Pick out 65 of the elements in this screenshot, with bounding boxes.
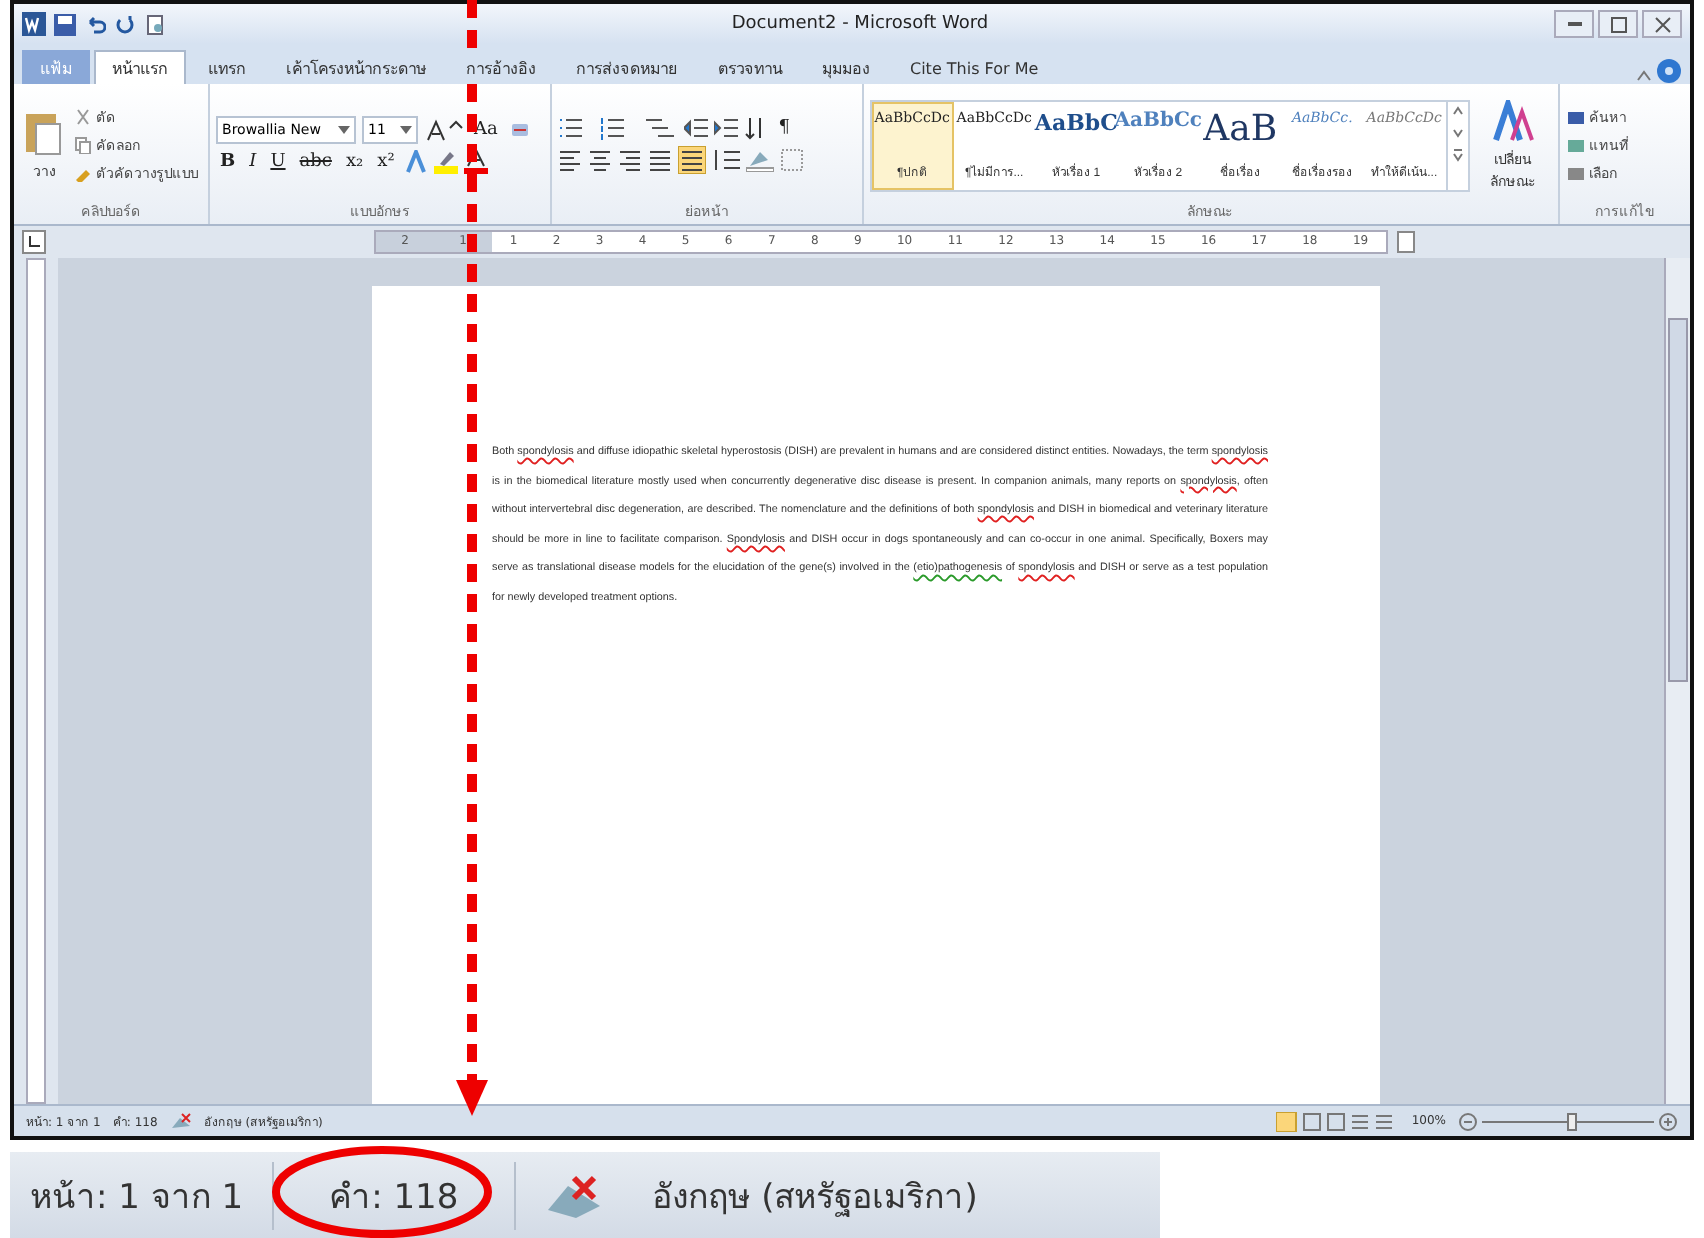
change-case-button[interactable]: Aa — [470, 120, 502, 140]
view-ruler-icon[interactable] — [1396, 230, 1416, 254]
undo-icon[interactable] — [84, 13, 106, 35]
dropdown-icon — [400, 126, 413, 134]
justify-icon[interactable] — [648, 148, 673, 172]
font-color-icon[interactable] — [464, 150, 489, 174]
format-button[interactable]: U — [266, 152, 290, 172]
highlight-icon[interactable] — [434, 150, 459, 174]
brush-icon — [74, 164, 92, 182]
dropdown-icon — [338, 126, 351, 134]
close-button[interactable] — [1642, 10, 1682, 38]
format-button[interactable]: x² — [373, 152, 399, 172]
scroll-arrows-icon — [1451, 101, 1464, 161]
ribbon-tab[interactable]: หน้าแรก — [94, 50, 186, 84]
format-button[interactable]: abc — [295, 152, 336, 172]
ribbon-tab[interactable]: เค้าโครงหน้ากระดาษ — [268, 50, 444, 84]
show-marks-button[interactable]: ¶ — [774, 118, 794, 138]
close-icon — [1653, 15, 1671, 33]
style-preview: AaBbCc — [1114, 109, 1202, 131]
distributed-icon[interactable] — [678, 146, 707, 174]
ribbon-tab[interactable]: การส่งจดหมาย — [558, 50, 696, 84]
ribbon-tab[interactable]: แทรก — [190, 50, 264, 84]
tab-stop-icon — [28, 236, 40, 248]
maximize-button[interactable] — [1598, 10, 1638, 38]
minimize-button[interactable] — [1554, 10, 1594, 38]
word-logo-icon[interactable] — [22, 12, 46, 36]
letters-icon — [1491, 99, 1536, 143]
page-count: หน้า: 1 จาก 1 — [30, 1176, 244, 1222]
decrease-indent-icon[interactable] — [684, 116, 709, 140]
ribbon-tab[interactable]: Cite This For Me — [892, 50, 1057, 84]
minimize-ribbon-icon[interactable] — [1636, 68, 1652, 84]
style-preview: AaB — [1203, 109, 1278, 149]
increase-indent-icon[interactable] — [714, 116, 739, 140]
format-button[interactable]: I — [245, 152, 261, 172]
grow-font-icon[interactable] — [424, 118, 465, 142]
style-preview: AaBbC — [1034, 109, 1118, 135]
ribbon-tab[interactable]: การอ้างอิง — [448, 50, 554, 84]
minimize-icon — [1567, 22, 1581, 26]
clipboard-icon — [24, 108, 64, 156]
ribbon-tab[interactable]: มุมมอง — [804, 50, 888, 84]
language-status: อังกฤษ (สหรัฐอเมริกา) — [652, 1176, 978, 1222]
proofing-icon[interactable] — [169, 1111, 192, 1131]
scissors-icon — [74, 108, 92, 126]
align-center-icon[interactable] — [588, 148, 613, 172]
borders-icon[interactable] — [780, 148, 805, 172]
line-spacing-icon[interactable] — [712, 148, 741, 172]
ribbon-tab[interactable]: ตรวจทาน — [700, 50, 800, 84]
copy-icon — [74, 136, 92, 154]
align-right-icon[interactable] — [618, 148, 643, 172]
window-title: Document2 - Microsoft Word — [729, 14, 991, 34]
format-button[interactable]: B — [216, 152, 240, 172]
multilevel-list-icon[interactable] — [642, 116, 679, 140]
tab-selector-button[interactable] — [22, 230, 46, 254]
word-count: คำ: 118 — [329, 1178, 459, 1218]
align-left-icon[interactable] — [558, 148, 583, 172]
gallery-scroll-buttons[interactable] — [1445, 101, 1468, 189]
format-button[interactable]: x₂ — [341, 152, 368, 172]
clear-formatting-icon[interactable] — [507, 118, 532, 142]
maximize-icon — [1609, 15, 1627, 33]
save-icon[interactable] — [54, 13, 76, 35]
zoom-slider-icon[interactable] — [1458, 1111, 1678, 1131]
redo-icon[interactable] — [114, 13, 136, 35]
help-icon[interactable] — [1656, 58, 1682, 84]
print-preview-icon[interactable] — [144, 13, 166, 35]
vertical-scrollbar[interactable] — [1664, 258, 1690, 1104]
